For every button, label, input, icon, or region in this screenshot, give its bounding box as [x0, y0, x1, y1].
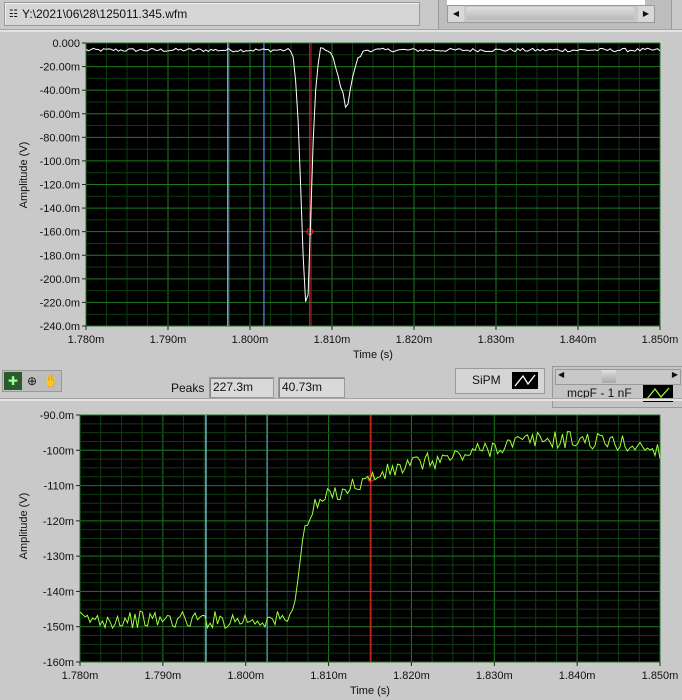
graph-palette: ✚ ⊕ ✋	[2, 370, 62, 392]
y-tick-label: -130m	[43, 551, 74, 563]
x-tick-label: 1.850m	[642, 670, 679, 682]
y-tick-label: -80.00m	[40, 132, 80, 144]
peaks-value-2[interactable]: 40.73m	[278, 377, 345, 398]
x-tick-label: 1.840m	[560, 334, 597, 346]
x-axis-label: Time (s)	[353, 349, 393, 361]
pan-tool-icon[interactable]: ✋	[42, 372, 60, 390]
peaks-label: Peaks	[171, 381, 205, 395]
y-tick-label: -120m	[43, 516, 74, 528]
y-tick-label: -120.0m	[40, 180, 80, 192]
plot-legend-sipm[interactable]: SiPM	[455, 368, 545, 394]
y-tick-label: -140.0m	[40, 203, 80, 215]
x-tick-label: 1.780m	[62, 670, 99, 682]
y-axis-label: Amplitude (V)	[18, 142, 30, 209]
x-tick-label: 1.830m	[478, 334, 515, 346]
y-tick-label: -150m	[43, 622, 74, 634]
y-tick-label: -220.0m	[40, 297, 80, 309]
x-axis-label: Time (s)	[350, 685, 390, 697]
scroll-right-icon[interactable]: ▶	[638, 6, 654, 22]
legend-name: SiPM	[472, 373, 501, 387]
peaks-value-1[interactable]: 227.3m	[209, 377, 274, 398]
cursor-tool-icon[interactable]: ✚	[4, 372, 22, 390]
y-tick-label: -100m	[43, 445, 74, 457]
y-tick-label: -160.0m	[40, 227, 80, 239]
legend-scrollbar[interactable]: ◀ ▶	[555, 369, 681, 385]
y-tick-label: -100.0m	[40, 156, 80, 168]
scroll-left-icon[interactable]: ◀	[558, 370, 564, 379]
x-tick-label: 1.800m	[227, 670, 264, 682]
x-tick-label: 1.800m	[232, 334, 269, 346]
y-tick-label: 0.000	[52, 38, 80, 50]
zoom-tool-icon[interactable]: ⊕	[23, 372, 41, 390]
y-tick-label: -140m	[43, 586, 74, 598]
x-tick-label: 1.780m	[68, 334, 105, 346]
horizontal-scrollbar[interactable]: ◀ ▶	[447, 5, 655, 23]
y-tick-label: -90.0m	[40, 410, 74, 422]
y-tick-label: -60.00m	[40, 109, 80, 121]
x-tick-label: 1.820m	[393, 670, 430, 682]
scroll-right-icon[interactable]: ▶	[672, 370, 678, 379]
y-tick-label: -20.00m	[40, 62, 80, 74]
y-axis-label: Amplitude (V)	[18, 493, 30, 560]
path-icon: ☷	[9, 8, 18, 20]
y-tick-label: -200.0m	[40, 274, 80, 286]
file-path-value: Y:\2021\06\28\125011.345.wfm	[22, 7, 188, 21]
x-tick-label: 1.820m	[396, 334, 433, 346]
file-path-field[interactable]: ☷ Y:\2021\06\28\125011.345.wfm	[4, 2, 420, 26]
scrollbar-thumb[interactable]	[466, 7, 634, 20]
y-tick-label: -40.00m	[40, 85, 80, 97]
x-tick-label: 1.830m	[476, 670, 513, 682]
x-tick-label: 1.850m	[642, 334, 679, 346]
x-tick-label: 1.790m	[145, 670, 182, 682]
y-tick-label: -160m	[43, 657, 74, 669]
mcpf-waveform-graph[interactable]: 1.780m 1.790m 1.800m 1.810m 1.820m 1.830m 1.84…	[0, 401, 682, 700]
y-tick-label: -110m	[44, 481, 74, 493]
sipm-waveform-graph[interactable]: 1.780m 1.790m 1.800m 1.810m 1.820m 1.830m 1.84…	[0, 32, 682, 366]
x-tick-label: 1.810m	[314, 334, 351, 346]
line-style-icon	[512, 372, 538, 389]
scroll-left-icon[interactable]: ◀	[448, 6, 464, 22]
listbox[interactable]: ◀ ▶	[438, 0, 672, 30]
y-tick-label: -180.0m	[40, 250, 80, 262]
y-tick-label: -240.0m	[40, 321, 80, 333]
x-tick-label: 1.840m	[559, 670, 596, 682]
x-tick-label: 1.790m	[150, 334, 187, 346]
x-tick-label: 1.810m	[310, 670, 347, 682]
scrollbar-thumb[interactable]	[602, 370, 616, 383]
